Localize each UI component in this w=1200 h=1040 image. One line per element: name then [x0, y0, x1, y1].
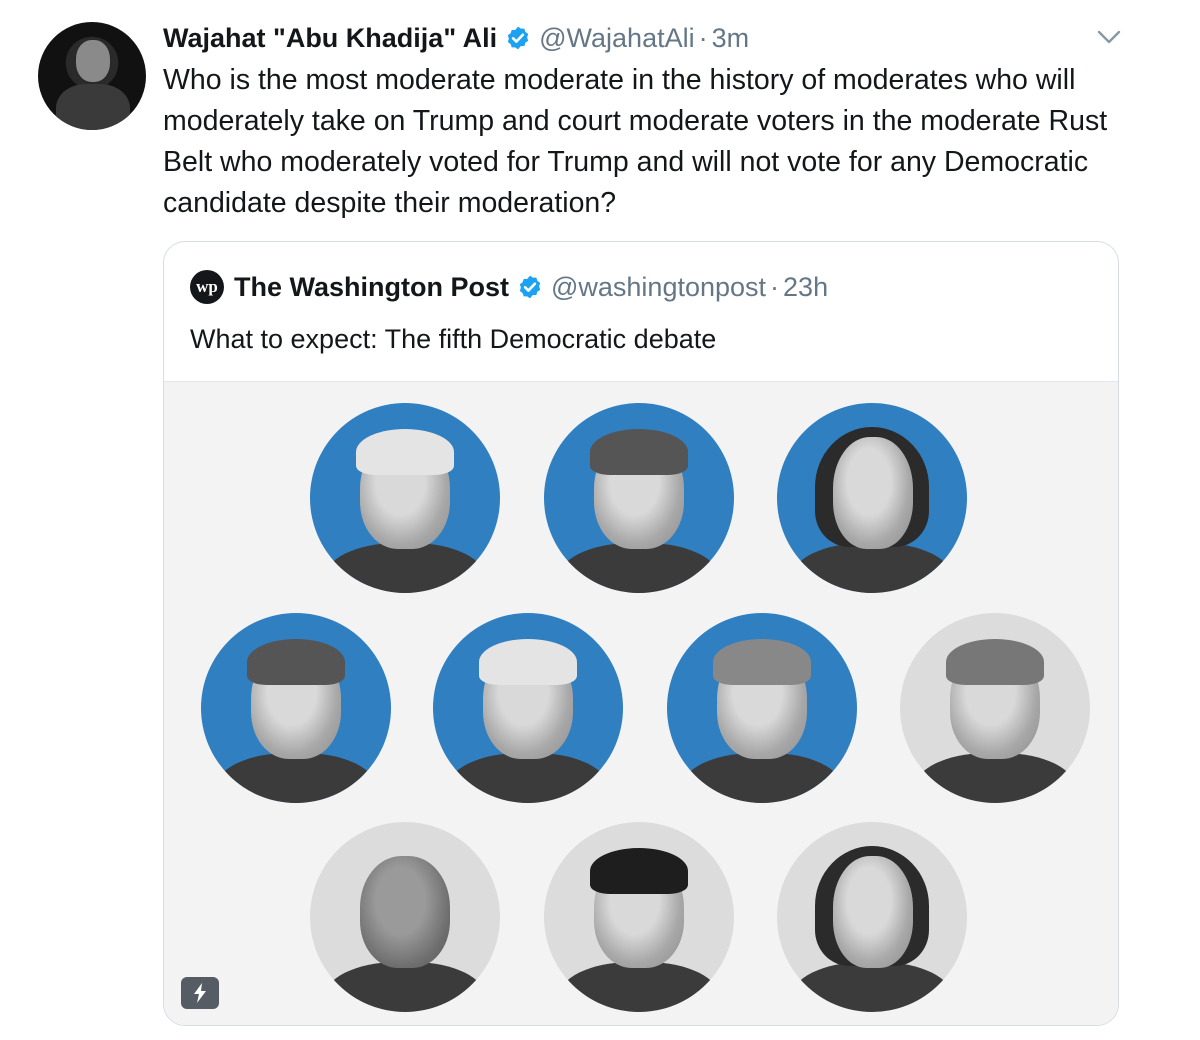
header-separator: ·	[698, 22, 708, 53]
candidate-portrait	[310, 403, 500, 593]
candidate-portrait	[544, 822, 734, 1012]
candidate-portrait	[433, 613, 623, 803]
candidate-portrait	[201, 613, 391, 803]
candidate-portrait	[777, 822, 967, 1012]
verified-badge-icon	[507, 26, 529, 50]
author-name[interactable]: Wajahat "Abu Khadija" Ali	[163, 23, 497, 54]
tweet-header: Wajahat "Abu Khadija" Ali @WajahatAli · …	[163, 20, 749, 56]
quoted-author-name[interactable]: The Washington Post	[234, 272, 509, 303]
candidate-portrait	[900, 613, 1090, 803]
candidate-portrait	[544, 403, 734, 593]
quoted-tweet-image[interactable]	[164, 381, 1118, 1025]
tweet-text: Who is the most moderate moderate in the…	[163, 64, 1108, 219]
quoted-author-handle[interactable]: @washingtonpost	[551, 272, 766, 303]
candidate-portrait	[310, 822, 500, 1012]
chevron-down-icon[interactable]	[1096, 27, 1122, 47]
quoted-tweet-text: What to expect: The fifth Democratic deb…	[190, 324, 717, 354]
author-avatar[interactable]	[38, 22, 146, 130]
candidate-portrait	[777, 403, 967, 593]
lightning-bolt-icon	[181, 977, 219, 1009]
washington-post-logo: wp	[190, 270, 224, 304]
author-handle[interactable]: @WajahatAli	[539, 23, 694, 54]
quoted-tweet-timestamp[interactable]: 23h	[783, 272, 828, 303]
quoted-header-separator: ·	[770, 271, 780, 302]
quoted-tweet[interactable]: wp The Washington Post @washingtonpost ·…	[163, 241, 1119, 1026]
tweet-timestamp[interactable]: 3m	[712, 23, 750, 54]
quoted-tweet-header: wp The Washington Post @washingtonpost ·…	[190, 268, 828, 306]
candidate-portrait	[667, 613, 857, 803]
tweet[interactable]: Wajahat "Abu Khadija" Ali @WajahatAli · …	[0, 0, 1200, 1040]
avatar-face	[76, 40, 110, 82]
verified-badge-icon	[519, 275, 541, 299]
avatar-body	[56, 84, 130, 130]
logo-text: wp	[196, 277, 218, 296]
